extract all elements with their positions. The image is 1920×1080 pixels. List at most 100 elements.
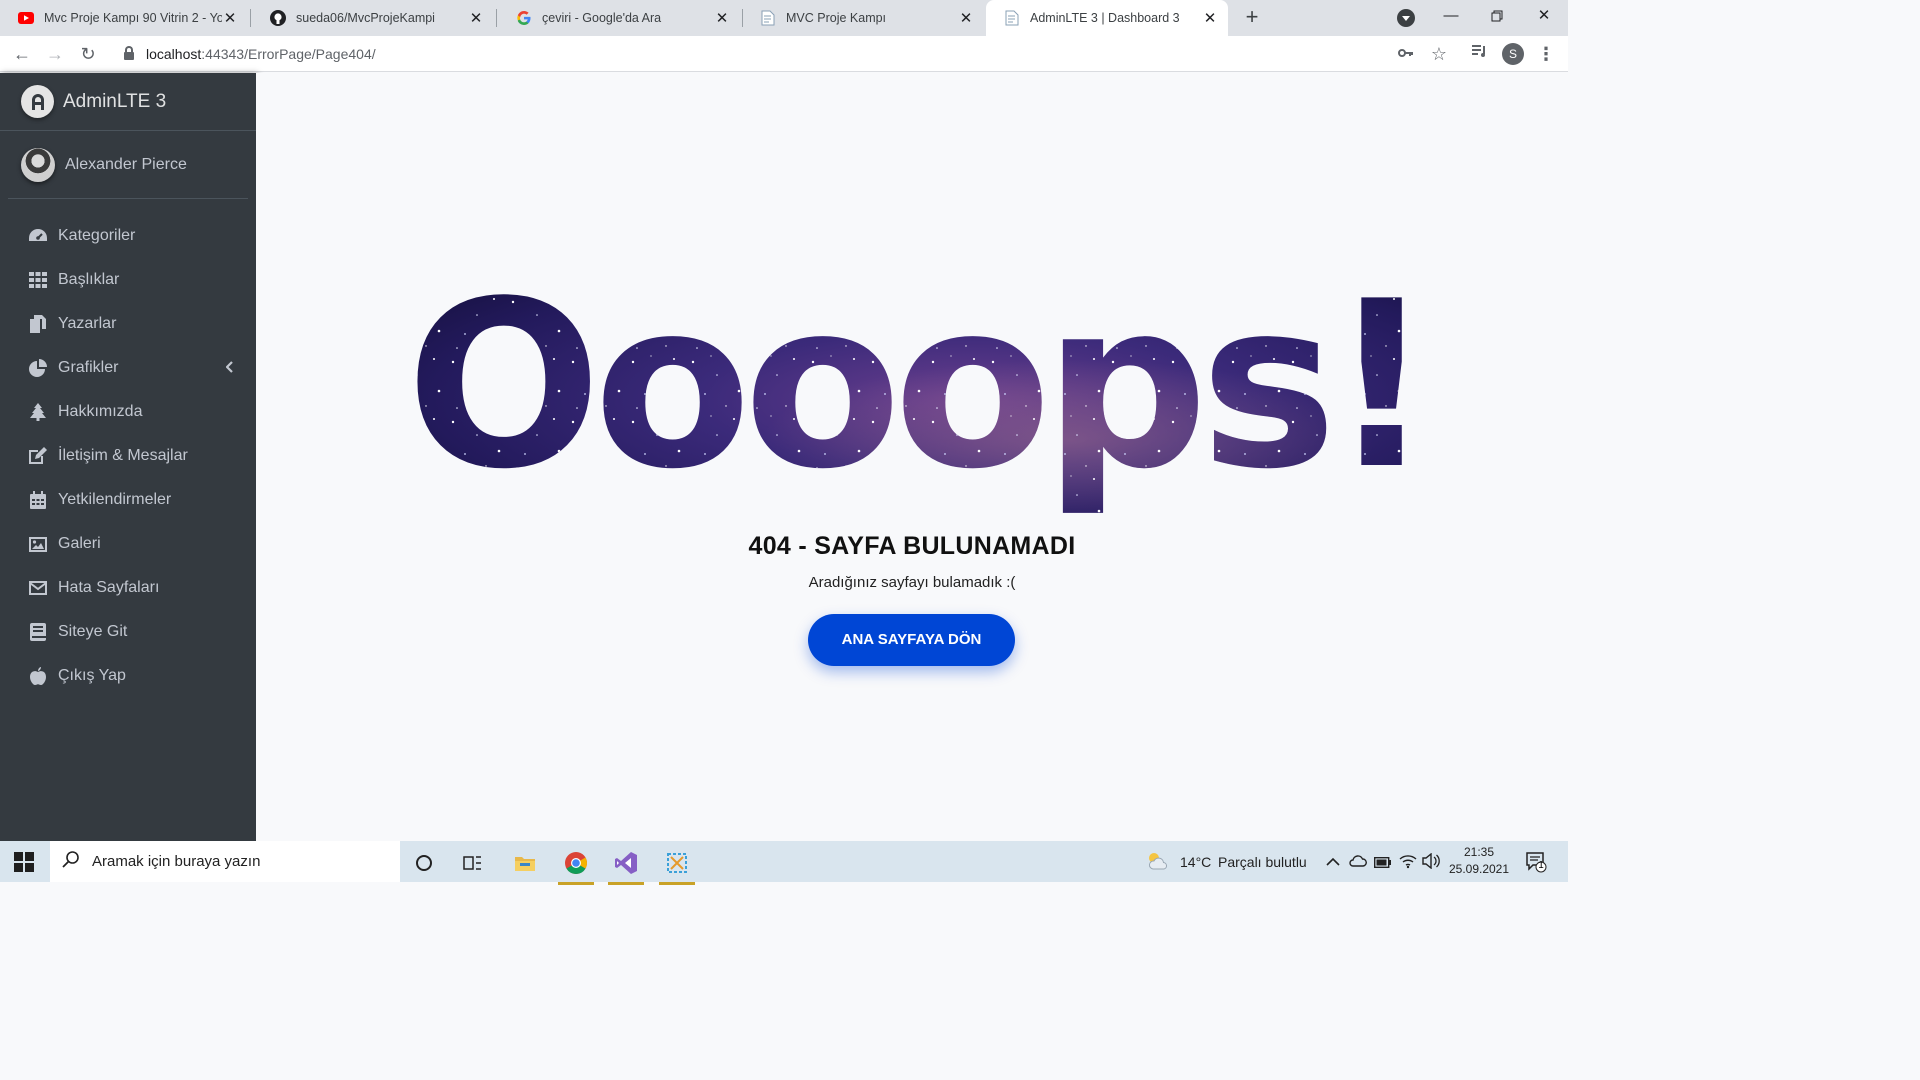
sidebar-item-yetkilendirmeler[interactable]: Yetkilendirmeler [8, 478, 248, 522]
forward-icon[interactable]: → [43, 42, 67, 66]
sidebar: AdminLTE 3 Alexander Pierce Kategoriler … [0, 73, 256, 841]
close-icon[interactable]: ✕ [468, 10, 484, 27]
user-name: Alexander Pierce [65, 155, 187, 173]
oops-headline: Oooops! Oooops! Oooops! [406, 293, 1434, 520]
close-icon[interactable]: ✕ [222, 10, 238, 27]
apple-icon [28, 666, 48, 686]
chrome-icon[interactable] [556, 845, 596, 885]
page-icon [1004, 10, 1020, 26]
sidebar-item-label: Çıkış Yap [58, 667, 126, 684]
sidebar-item-label: Siteye Git [58, 623, 128, 640]
envelope-icon [28, 578, 48, 598]
battery-icon[interactable] [1373, 855, 1392, 873]
file-explorer-icon[interactable] [505, 845, 545, 881]
sidebar-item-iletisim[interactable]: İletişim & Mesajlar [8, 434, 248, 478]
edit-icon [28, 446, 48, 466]
windows-start-icon[interactable] [14, 852, 34, 872]
minimize-icon[interactable]: — [1437, 4, 1465, 28]
copy-icon [28, 314, 48, 334]
sidebar-item-yazarlar[interactable]: Yazarlar [8, 302, 248, 346]
weather-temp[interactable]: 14°C [1180, 841, 1211, 882]
tachometer-icon [28, 226, 48, 246]
browser-tab-youtube[interactable]: Mvc Proje Kampı 90 Vitrin 2 - YouTube ✕ [0, 0, 248, 36]
media-queue-icon[interactable] [1469, 44, 1489, 64]
weather-desc[interactable]: Parçalı bulutlu [1218, 841, 1307, 882]
close-icon[interactable]: ✕ [958, 10, 974, 27]
reload-icon[interactable]: ↻ [76, 42, 100, 66]
close-icon[interactable]: ✕ [1202, 10, 1218, 27]
system-clock[interactable]: 21:35 25.09.2021 [1448, 844, 1510, 878]
cortana-icon[interactable] [404, 845, 444, 881]
close-icon[interactable]: ✕ [714, 10, 730, 27]
lock-icon [124, 46, 134, 60]
bookmark-star-icon[interactable]: ☆ [1429, 44, 1449, 64]
page-icon [760, 10, 776, 26]
browser-toolbar: ← → ↻ localhost:44343/ErrorPage/Page404/… [0, 36, 1568, 72]
brand-text: AdminLTE 3 [63, 90, 167, 112]
sidebar-item-label: Başlıklar [58, 271, 120, 288]
sidebar-item-hakkimizda[interactable]: Hakkımızda [8, 390, 248, 434]
oops-text-stars: Oooops! [406, 293, 1426, 520]
tab-separator [496, 9, 497, 27]
calendar-icon [28, 490, 48, 510]
tab-search-icon[interactable] [1397, 9, 1415, 27]
sidebar-item-label: Kategoriler [58, 227, 136, 244]
user-panel[interactable]: Alexander Pierce [8, 131, 248, 199]
sidebar-item-grafikler[interactable]: Grafikler [8, 346, 248, 390]
address-bar[interactable]: localhost:44343/ErrorPage/Page404/ [112, 40, 1464, 68]
sidebar-item-cikis-yap[interactable]: Çıkış Yap [8, 654, 248, 698]
clock-date: 25.09.2021 [1448, 862, 1510, 876]
book-icon [28, 622, 48, 642]
tab-title: AdminLTE 3 | Dashboard 3 [1030, 11, 1180, 25]
sidebar-item-basliklar[interactable]: Başlıklar [8, 258, 248, 302]
taskbar-search-box[interactable]: Aramak için buraya yazın [50, 841, 400, 882]
new-tab-button[interactable]: + [1240, 6, 1264, 30]
adminlte-logo-icon [21, 85, 54, 118]
sidebar-item-siteye-git[interactable]: Siteye Git [8, 610, 248, 654]
onedrive-icon[interactable] [1349, 854, 1367, 872]
image-icon [28, 534, 48, 554]
url-path: :44343/ErrorPage/Page404/ [201, 46, 376, 62]
youtube-icon [18, 10, 34, 26]
back-to-home-button[interactable]: ANA SAYFAYA DÖN [808, 614, 1015, 666]
url-text[interactable]: localhost:44343/ErrorPage/Page404/ [146, 46, 376, 62]
more-menu-icon[interactable]: ⋮ [1536, 44, 1556, 64]
window-close-icon[interactable]: ✕ [1530, 4, 1558, 28]
sidebar-item-kategoriler[interactable]: Kategoriler [8, 214, 248, 258]
taskbar-search-placeholder: Aramak için buraya yazın [92, 853, 261, 870]
snipping-tool-icon[interactable] [657, 845, 697, 885]
wifi-icon[interactable] [1399, 853, 1417, 874]
sidebar-item-label: Yazarlar [58, 315, 117, 332]
profile-avatar[interactable]: S [1502, 43, 1524, 65]
sidebar-item-label: İletişim & Mesajlar [58, 447, 188, 464]
brand-link[interactable]: AdminLTE 3 [0, 73, 256, 131]
sidebar-item-label: Hata Sayfaları [58, 579, 160, 596]
visual-studio-icon[interactable] [606, 845, 646, 885]
clock-time: 21:35 [1463, 845, 1495, 859]
avatar [21, 147, 55, 182]
oops-text-group: Oooops! Oooops! Oooops! [406, 293, 1434, 520]
notification-icon[interactable]: 1 [1525, 851, 1547, 878]
volume-icon[interactable] [1422, 852, 1440, 874]
sidebar-item-label: Galeri [58, 535, 101, 552]
browser-tab-mvc[interactable]: MVC Proje Kampı ✕ [742, 0, 984, 36]
browser-tab-github[interactable]: sueda06/MvcProjeKampi ✕ [252, 0, 494, 36]
weather-icon[interactable] [1146, 851, 1170, 876]
sidebar-item-hata-sayfalari[interactable]: Hata Sayfaları [8, 566, 248, 610]
browser-tab-google[interactable]: çeviri - Google'da Ara ✕ [498, 0, 740, 36]
url-host: localhost [146, 46, 202, 62]
taskbar: Aramak için buraya yazın 14°C Parçalı bu… [0, 841, 1568, 885]
tree-icon [28, 402, 48, 422]
sidebar-item-label: Grafikler [58, 359, 119, 376]
chevron-up-icon[interactable] [1326, 854, 1340, 872]
sidebar-item-galeri[interactable]: Galeri [8, 522, 248, 566]
key-icon[interactable] [1396, 44, 1416, 64]
tab-separator [250, 9, 251, 27]
browser-tab-adminlte[interactable]: AdminLTE 3 | Dashboard 3 ✕ [986, 0, 1228, 36]
back-icon[interactable]: ← [10, 42, 34, 66]
restore-icon[interactable] [1483, 4, 1511, 28]
tab-title: MVC Proje Kampı [786, 11, 887, 25]
task-view-icon[interactable] [453, 845, 493, 881]
chevron-left-icon[interactable] [225, 360, 234, 378]
tab-title: sueda06/MvcProjeKampi [296, 11, 435, 25]
